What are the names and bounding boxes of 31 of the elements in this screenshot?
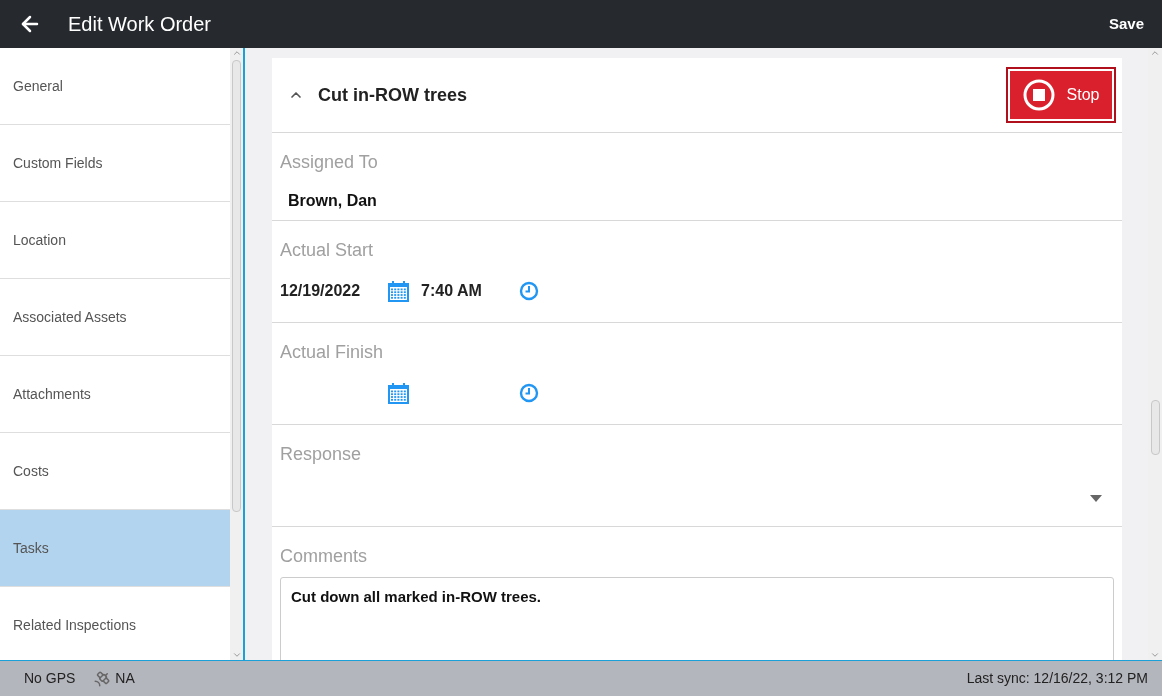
stop-icon xyxy=(1022,79,1055,111)
satellite-icon xyxy=(93,669,112,688)
satellite-status: NA xyxy=(115,669,135,688)
clock-icon[interactable] xyxy=(519,281,539,301)
scrollbar[interactable] xyxy=(1148,48,1162,660)
calendar-icon[interactable] xyxy=(388,382,409,404)
field-label: Actual Start xyxy=(280,241,375,259)
scrollbar[interactable] xyxy=(230,48,243,660)
task-title: Cut in-ROW trees xyxy=(318,83,467,107)
sidebar-item[interactable]: Tasks xyxy=(0,510,230,587)
gps-status: No GPS xyxy=(24,669,76,688)
scroll-down-icon xyxy=(231,650,242,660)
field-label: Response xyxy=(280,445,363,463)
calendar-icon[interactable] xyxy=(388,280,409,302)
last-sync: Last sync: 12/16/22, 3:12 PM xyxy=(966,669,1148,688)
stop-button[interactable]: Stop xyxy=(1006,67,1116,123)
scroll-thumb[interactable] xyxy=(232,60,241,512)
dropdown-arrow-icon xyxy=(1090,494,1102,502)
field-label: Comments xyxy=(280,547,369,565)
scroll-up-icon xyxy=(231,48,242,58)
page-title: Edit Work Order xyxy=(68,12,211,37)
scroll-thumb[interactable] xyxy=(1150,400,1160,455)
time-value[interactable]: 7:40 AM xyxy=(421,279,482,303)
field-label: Actual Finish xyxy=(280,343,385,361)
date-value[interactable]: 12/19/2022 xyxy=(280,279,361,303)
scroll-up-icon xyxy=(1150,48,1160,58)
save-button[interactable]: Save xyxy=(1108,12,1144,36)
field-label: Assigned To xyxy=(280,153,379,171)
clock-icon[interactable] xyxy=(519,383,539,403)
scroll-down-icon xyxy=(1150,650,1160,660)
field-value: Brown, Dan xyxy=(288,191,378,211)
